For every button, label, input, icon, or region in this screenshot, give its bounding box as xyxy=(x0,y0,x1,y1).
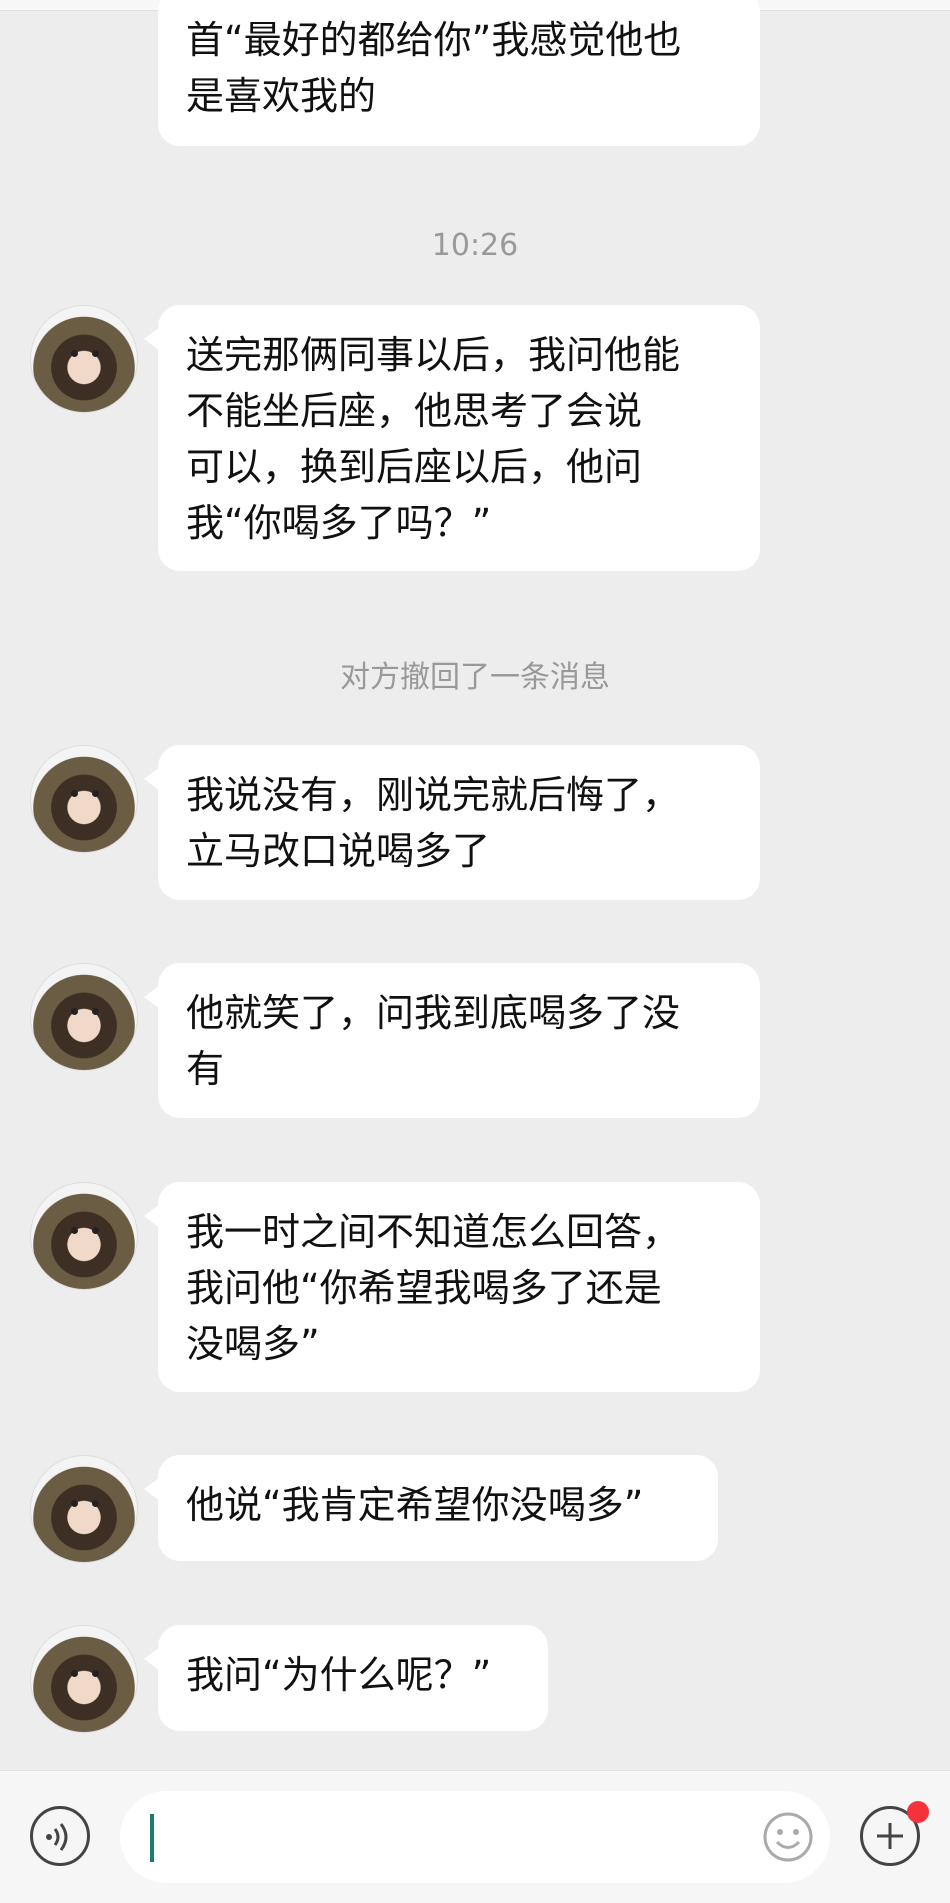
contact-avatar[interactable] xyxy=(30,305,138,413)
avatar-face xyxy=(65,1008,105,1018)
contact-avatar[interactable] xyxy=(30,745,138,853)
message-bubble[interactable]: 我一时之间不知道怎么回答， 我问他“你希望我喝多了还是 没喝多” xyxy=(144,1182,760,1392)
voice-button[interactable] xyxy=(30,1806,90,1866)
message-bubble[interactable]: 我说没有，刚说完就后悔了， 立马改口说喝多了 xyxy=(144,745,760,900)
recall-notice: 对方撤回了一条消息 xyxy=(340,660,610,695)
chat-area[interactable]: 首“最好的都给你”我感觉他也 是喜欢我的 10:26 送完那俩同事以后，我问他能… xyxy=(0,0,950,1770)
avatar-face xyxy=(65,1670,105,1680)
message-timestamp: 10:26 xyxy=(431,228,519,263)
message-bubble[interactable]: 我问“为什么呢？” xyxy=(144,1625,548,1731)
notification-dot xyxy=(907,1801,929,1823)
avatar-face xyxy=(65,790,105,800)
avatar-face xyxy=(65,350,105,360)
contact-avatar[interactable] xyxy=(30,1455,138,1563)
avatar-face xyxy=(65,1500,105,1510)
avatar-face xyxy=(65,1227,105,1237)
message-input-bar xyxy=(0,1770,950,1903)
message-bubble[interactable]: 首“最好的都给你”我感觉他也 是喜欢我的 xyxy=(158,0,760,146)
contact-avatar[interactable] xyxy=(30,963,138,1071)
message-input[interactable] xyxy=(120,1791,830,1883)
text-cursor xyxy=(150,1814,154,1862)
message-bubble[interactable]: 他就笑了，问我到底喝多了没 有 xyxy=(144,963,760,1118)
contact-avatar[interactable] xyxy=(30,1625,138,1733)
message-bubble[interactable]: 他说“我肯定希望你没喝多” xyxy=(144,1455,718,1561)
message-bubble[interactable]: 送完那俩同事以后，我问他能 不能坐后座，他思考了会说 可以，换到后座以后，他问 … xyxy=(144,305,760,571)
voice-icon xyxy=(46,1823,68,1851)
contact-avatar[interactable] xyxy=(30,1182,138,1290)
emoji-icon[interactable] xyxy=(762,1811,814,1863)
